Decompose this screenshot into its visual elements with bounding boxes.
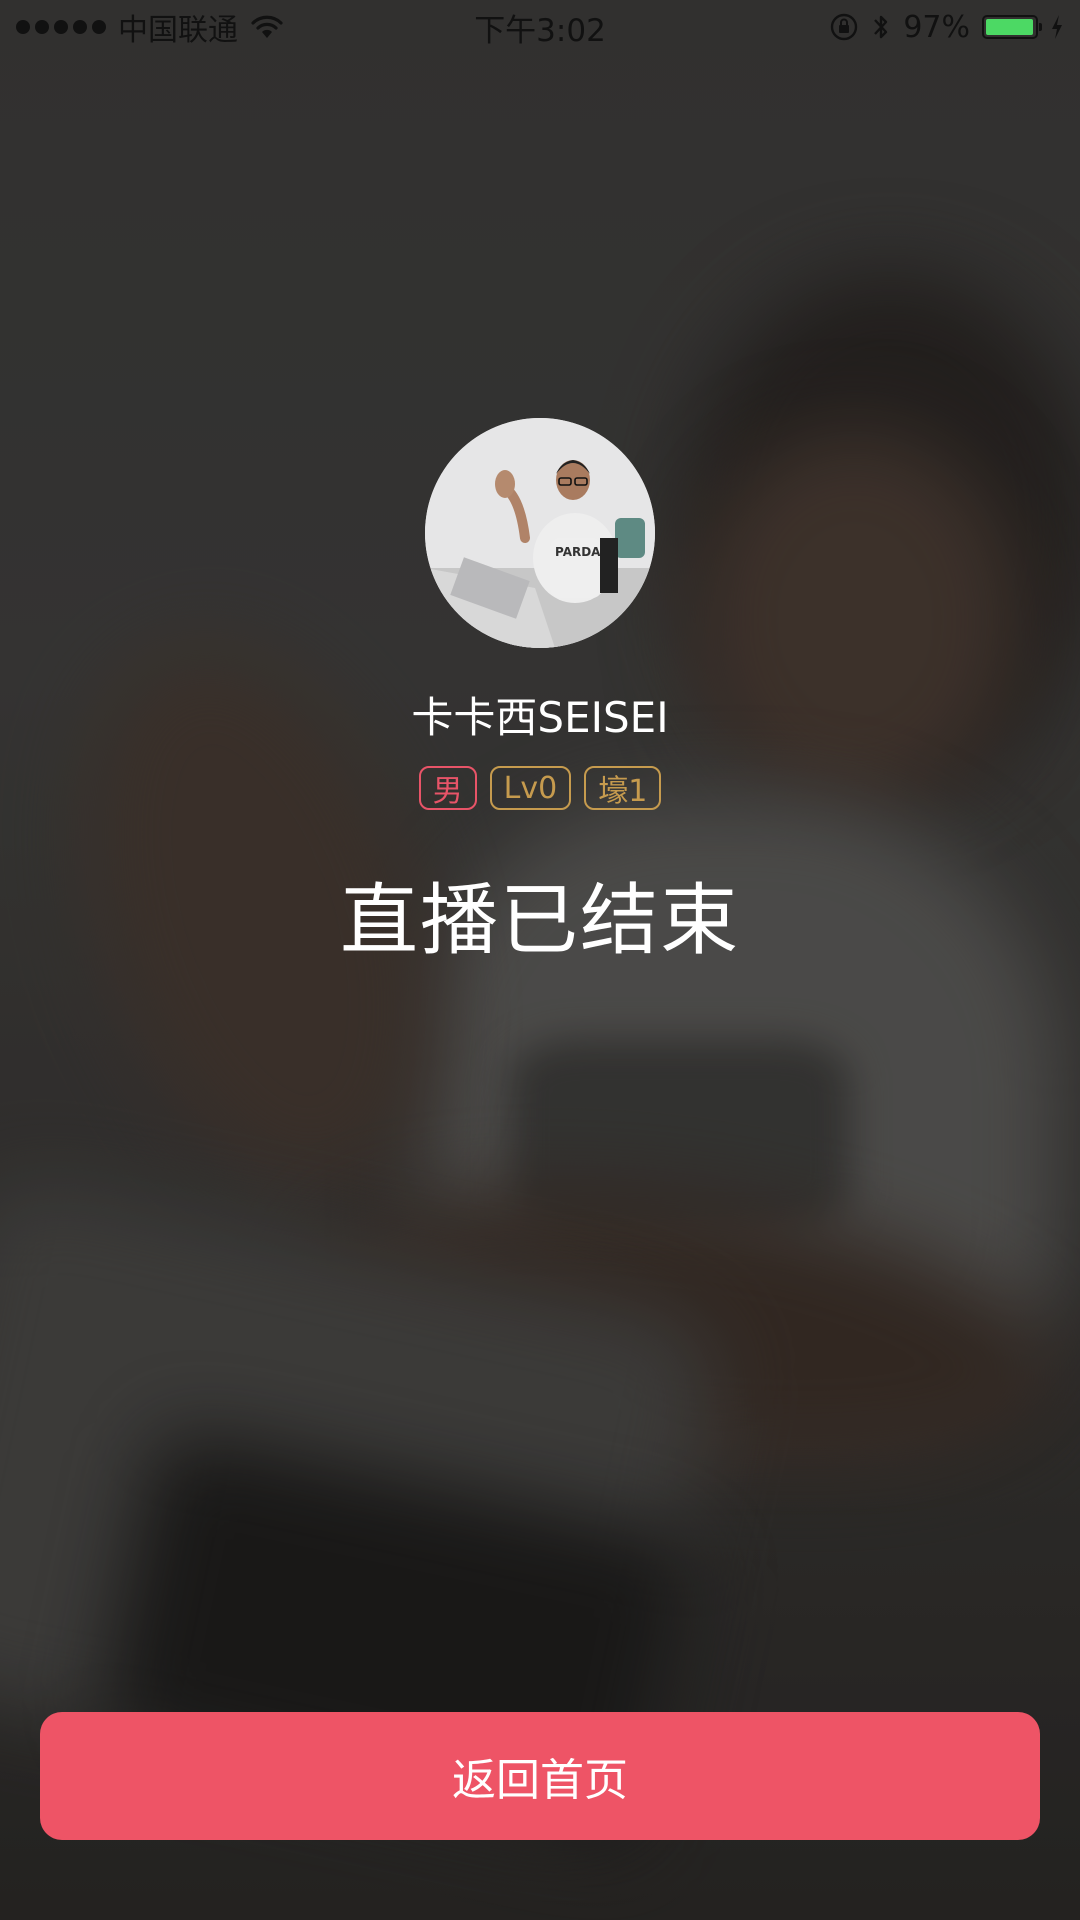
battery-level-fill bbox=[986, 19, 1033, 35]
user-tags: 男 Lv0 壕1 bbox=[0, 766, 1080, 810]
charging-bolt-icon bbox=[1052, 15, 1062, 39]
streamer-name: 卡卡西SEISEI bbox=[411, 693, 669, 742]
status-bar-left: 中国联通 bbox=[16, 5, 284, 49]
bluetooth-icon bbox=[874, 15, 888, 39]
gender-tag: 男 bbox=[418, 766, 477, 810]
carrier-name: 中国联通 bbox=[118, 13, 238, 48]
wifi-icon bbox=[251, 15, 283, 38]
cellular-signal-icon bbox=[16, 20, 106, 34]
battery-icon bbox=[982, 15, 1042, 39]
status-bar: 中国联通 下午3:02 97% bbox=[0, 0, 1080, 54]
return-home-button[interactable]: 返回首页 bbox=[40, 1712, 1040, 1840]
status-bar-right: 97% bbox=[829, 10, 1064, 45]
battery-percent: 97% bbox=[903, 9, 970, 45]
live-ended-title: 直播已结束 bbox=[339, 876, 740, 966]
svg-text:PARDA: PARDA bbox=[555, 545, 601, 559]
streamer-avatar: PARDA bbox=[425, 418, 655, 648]
level-tag: Lv0 bbox=[489, 766, 572, 810]
avatar-photo: PARDA bbox=[425, 418, 655, 648]
rich-level-tag: 壕1 bbox=[584, 766, 662, 810]
orientation-lock-icon bbox=[831, 13, 858, 41]
